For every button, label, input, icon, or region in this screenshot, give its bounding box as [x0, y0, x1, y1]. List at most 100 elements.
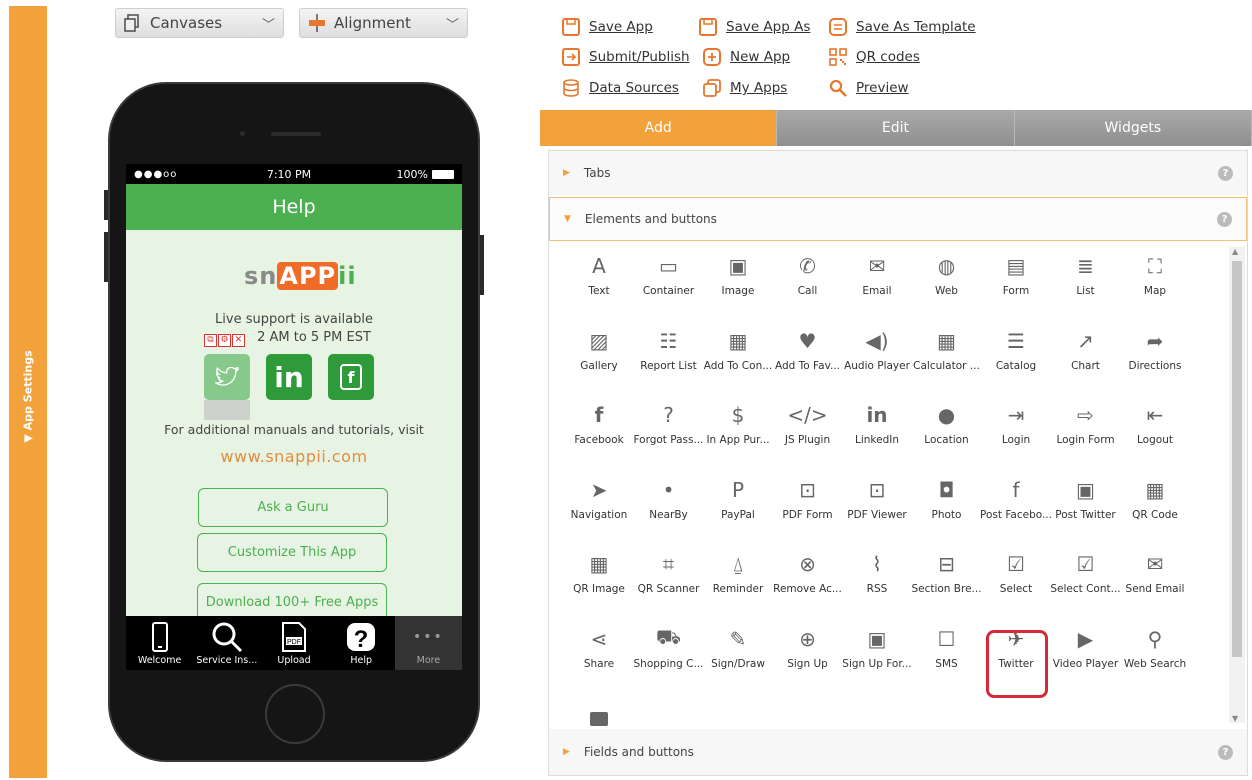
section-tabs[interactable]: ▶ Tabs ?: [549, 151, 1247, 195]
widget-form[interactable]: ▤ Form: [980, 247, 1052, 317]
alignment-dropdown[interactable]: Alignment ﹀: [299, 8, 468, 38]
widget-call[interactable]: ✆ Call: [772, 247, 844, 317]
tab-widgets[interactable]: Widgets: [1014, 110, 1252, 146]
widget-rss[interactable]: ⌇ RSS: [841, 545, 913, 615]
widget-post-facebook[interactable]: f Post Facebo...: [980, 471, 1052, 541]
scroll-up-icon[interactable]: ▲: [1232, 247, 1238, 256]
widget-audio-player[interactable]: ◀) Audio Player: [841, 322, 913, 392]
widget-sign-up[interactable]: ⊕ Sign Up: [772, 620, 844, 690]
save-app-as-link[interactable]: Save App As: [699, 18, 810, 36]
signal-indicator: ●●●oo: [134, 168, 178, 180]
widget-web-search[interactable]: ⚲ Web Search: [1119, 620, 1191, 690]
help-icon[interactable]: ?: [1218, 744, 1233, 760]
widget-navigation[interactable]: ➤ Navigation: [563, 471, 635, 541]
help-icon[interactable]: ?: [1217, 211, 1232, 227]
customize-app-button[interactable]: Customize This App: [197, 533, 387, 572]
submit-publish-link[interactable]: Submit/Publish: [562, 48, 690, 66]
widget-pdf-viewer[interactable]: ⊡ PDF Viewer: [841, 471, 913, 541]
widget-send-email[interactable]: ✉ Send Email: [1119, 545, 1191, 615]
widget-sms[interactable]: ☐ SMS: [911, 620, 983, 690]
widget-login-form[interactable]: ⇨ Login Form: [1050, 396, 1122, 466]
widget-login[interactable]: ⇥ Login: [980, 396, 1052, 466]
help-icon[interactable]: ?: [1218, 165, 1233, 181]
scroll-thumb[interactable]: [1232, 261, 1242, 657]
widget-photo[interactable]: ◘ Photo: [911, 471, 983, 541]
section-elements-and-buttons[interactable]: ▼ Elements and buttons ?: [549, 197, 1247, 241]
twitter-button[interactable]: [204, 354, 250, 400]
widget-add-to-contacts[interactable]: ▦ Add To Con...: [702, 322, 774, 392]
widget-nearby[interactable]: • NearBy: [633, 471, 705, 541]
widget-qr-scanner[interactable]: ⌗ QR Scanner: [633, 545, 705, 615]
linkedin-button[interactable]: in: [266, 354, 312, 400]
ask-a-guru-button[interactable]: Ask a Guru: [198, 488, 388, 527]
widget-next-row-partial[interactable]: [563, 700, 635, 727]
widget-post-twitter[interactable]: ▣ Post Twitter: [1050, 471, 1122, 541]
widget-text[interactable]: A Text: [563, 247, 635, 317]
tab-add[interactable]: Add: [540, 110, 778, 146]
settings-icon[interactable]: ⚙: [218, 334, 231, 347]
tab-upload[interactable]: PDF Upload: [260, 616, 327, 670]
widget-catalog[interactable]: ☰ Catalog: [980, 322, 1052, 392]
widget-list[interactable]: ≣ List: [1050, 247, 1122, 317]
canvases-dropdown[interactable]: Canvases ﹀: [115, 8, 284, 38]
widget-web[interactable]: ◍ Web: [911, 247, 983, 317]
widget-label: Remove Ac...: [773, 583, 842, 595]
widget-email[interactable]: ✉ Email: [841, 247, 913, 317]
widget-chart[interactable]: ↗ Chart: [1050, 322, 1122, 392]
widget-shopping-cart[interactable]: ⛟ Shopping C...: [633, 620, 705, 690]
copy-icon[interactable]: ⧉: [204, 334, 217, 347]
widget-forgot-password[interactable]: ? Forgot Pass...: [633, 396, 705, 466]
widget-reminder[interactable]: ⍙ Reminder: [702, 545, 774, 615]
add-to-contacts-icon: ▦: [728, 328, 748, 353]
widget-map[interactable]: ⛶ Map: [1119, 247, 1191, 317]
section-fields-and-buttons[interactable]: ▶ Fields and buttons ?: [549, 729, 1247, 775]
widget-section-break[interactable]: ⊟ Section Bre...: [911, 545, 983, 615]
snappii-logo: snAPPii: [244, 262, 357, 290]
widget-image[interactable]: ▣ Image: [702, 247, 774, 317]
app-settings-sidebar[interactable]: ▼ App Settings: [9, 6, 47, 778]
scroll-down-icon[interactable]: ▼: [1232, 714, 1238, 723]
save-app-link[interactable]: Save App: [562, 18, 653, 36]
widget-add-to-favorites[interactable]: ♥ Add To Fav...: [772, 322, 844, 392]
new-app-link[interactable]: New App: [703, 48, 790, 66]
widget-qr-code[interactable]: ▦ QR Code: [1119, 471, 1191, 541]
widget-video-player[interactable]: ▶ Video Player: [1050, 620, 1122, 690]
my-apps-link[interactable]: My Apps: [703, 79, 787, 97]
widget-scrollbar[interactable]: ▲ ▼: [1229, 247, 1245, 723]
widget-label: Navigation: [570, 508, 628, 521]
widget-remove-account[interactable]: ⊗ Remove Ac...: [772, 545, 844, 615]
widget-select-contact[interactable]: ☑ Select Cont...: [1050, 545, 1122, 615]
widget-share[interactable]: ⋖ Share: [563, 620, 635, 690]
tab-help[interactable]: ? Help: [328, 616, 395, 670]
widget-directions[interactable]: ➦ Directions: [1119, 322, 1191, 392]
close-icon[interactable]: ✕: [232, 334, 245, 347]
widget-js-plugin[interactable]: </> JS Plugin: [772, 396, 844, 466]
preview-link[interactable]: Preview: [829, 79, 909, 97]
widget-report-list[interactable]: ☷ Report List: [633, 322, 705, 392]
tab-service-inspection[interactable]: Service Ins...: [193, 616, 260, 670]
tab-edit[interactable]: Edit: [777, 110, 1015, 146]
widget-logout[interactable]: ⇤ Logout: [1119, 396, 1191, 466]
widget-calculator[interactable]: ▦ Calculator ...: [911, 322, 983, 392]
widget-container[interactable]: ▭ Container: [633, 247, 705, 317]
widget-sign-draw[interactable]: ✎ Sign/Draw: [702, 620, 774, 690]
widget-in-app-purchase[interactable]: $ In App Pur...: [702, 396, 774, 466]
facebook-button[interactable]: f: [328, 354, 374, 400]
website-link[interactable]: www.snappii.com: [126, 447, 462, 466]
widget-facebook[interactable]: f Facebook: [563, 396, 635, 466]
data-sources-link[interactable]: Data Sources: [562, 79, 679, 97]
widget-qr-image[interactable]: ▦ QR Image: [563, 545, 635, 615]
widget-location[interactable]: ● Location: [911, 396, 983, 466]
widget-label: Email: [862, 285, 892, 297]
widget-linkedin[interactable]: in LinkedIn: [841, 396, 913, 466]
widget-select[interactable]: ☑ Select: [980, 545, 1052, 615]
tab-more[interactable]: ••• More: [394, 616, 462, 670]
save-as-template-link[interactable]: Save As Template: [829, 18, 976, 36]
widget-pdf-form[interactable]: ⊡ PDF Form: [772, 471, 844, 541]
tab-welcome[interactable]: Welcome: [126, 616, 193, 670]
widget-paypal[interactable]: P PayPal: [702, 471, 774, 541]
share-icon: ⋖: [590, 626, 608, 651]
qr-codes-link[interactable]: QR codes: [829, 48, 920, 66]
widget-sign-up-form[interactable]: ▣ Sign Up For...: [841, 620, 913, 690]
widget-gallery[interactable]: ▨ Gallery: [563, 322, 635, 392]
